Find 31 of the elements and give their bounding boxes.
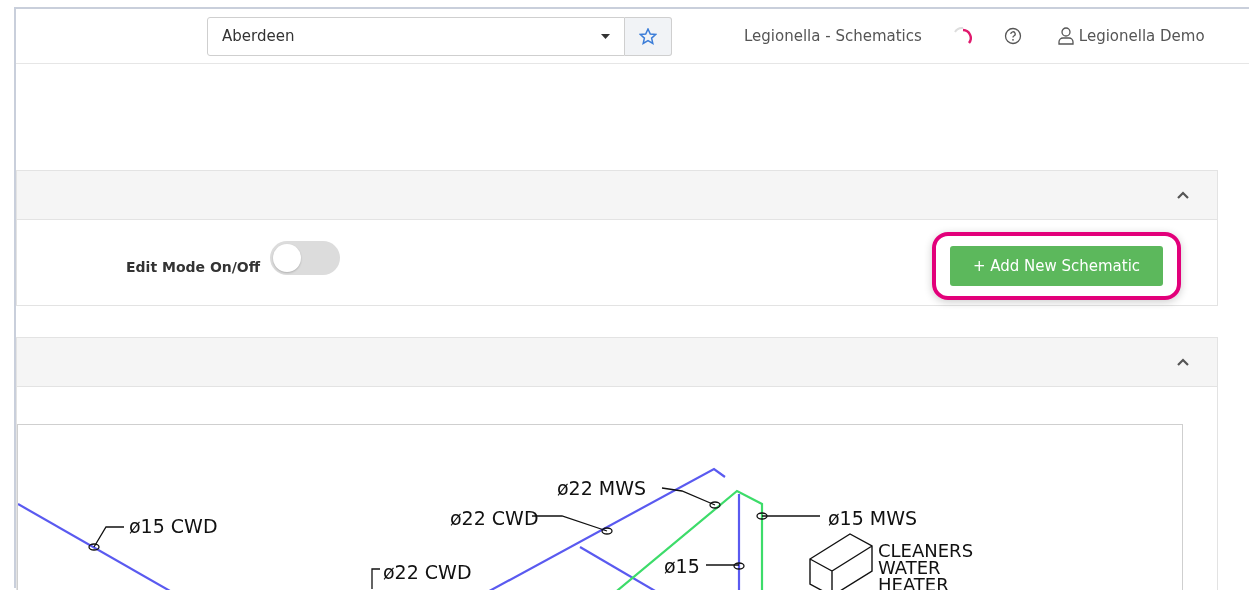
drawing-label: ø22 MWS (557, 477, 647, 499)
star-icon (639, 27, 657, 45)
drawing-label: ø15 CWD (129, 515, 218, 537)
drawing-label: ø15 (664, 555, 700, 577)
user-icon (1057, 27, 1074, 45)
spinner-icon (951, 26, 972, 46)
chevron-icon[interactable] (1177, 358, 1189, 366)
pipe-fitting-drawing (88, 543, 100, 551)
chevron-icon[interactable] (1177, 191, 1189, 199)
page-title: Legionella - Schematics (744, 27, 922, 45)
drawing-label: ø15 MWS (828, 507, 918, 529)
edit-mode-toggle[interactable] (270, 240, 341, 275)
caret-icon (601, 33, 610, 39)
leader-line (371, 568, 381, 590)
leader-line (761, 515, 821, 517)
pipe-fitting-drawing (601, 527, 613, 535)
leader-line (661, 487, 716, 506)
select-value: Aberdeen (222, 27, 295, 45)
drawing-label: ø22 CWD (383, 561, 472, 583)
favorite-button[interactable] (625, 16, 672, 56)
pipe-fitting-drawing (733, 562, 745, 570)
edit-mode-label: Edit Mode On/Off (126, 258, 261, 275)
help-icon[interactable] (1003, 27, 1022, 45)
pipe-fitting-drawing (756, 512, 768, 520)
leader-line (705, 564, 740, 566)
drawing-label: ø22 CWD (450, 507, 539, 529)
user-menu[interactable]: Legionella Demo (1057, 27, 1205, 45)
pipe-fitting-drawing (709, 501, 721, 509)
heater-box-drawing (809, 533, 873, 590)
leader-line (93, 526, 125, 548)
location-select[interactable]: Aberdeen (207, 16, 625, 56)
